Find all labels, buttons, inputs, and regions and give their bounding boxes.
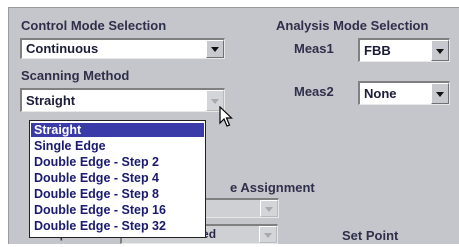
scanning-option-double-edge-8[interactable]: Double Edge - Step 8: [31, 187, 204, 201]
scanning-option-straight[interactable]: Straight: [31, 123, 204, 137]
meas2-dropdown-button[interactable]: [431, 83, 449, 104]
scanning-option-double-edge-16[interactable]: Double Edge - Step 16: [31, 203, 204, 217]
analysis-mode-label: Analysis Mode Selection: [276, 18, 429, 33]
control-mode-label: Control Mode Selection: [21, 18, 167, 33]
scanning-option-double-edge-4[interactable]: Double Edge - Step 4: [31, 171, 204, 185]
output2-dropdown-button[interactable]: [259, 226, 277, 243]
chevron-down-icon: [436, 48, 444, 54]
control-mode-dropdown[interactable]: Continuous: [20, 38, 225, 59]
scanning-option-double-edge-32[interactable]: Double Edge - Step 32: [31, 219, 204, 233]
meas1-dropdown[interactable]: FBB: [358, 38, 450, 62]
scanning-option-single-edge[interactable]: Single Edge: [31, 139, 204, 153]
output1-dropdown[interactable]: [199, 198, 279, 218]
scanning-method-value: Straight: [26, 93, 76, 108]
meas1-label: Meas1: [294, 41, 334, 56]
chevron-down-icon: [265, 206, 273, 212]
control-mode-value: Continuous: [26, 41, 99, 56]
meas1-value: FBB: [364, 43, 391, 58]
chevron-down-icon: [211, 98, 219, 104]
scanning-method-label: Scanning Method: [21, 68, 130, 83]
meas2-label: Meas2: [294, 84, 334, 99]
chevron-down-icon: [264, 232, 272, 238]
scanning-method-dropdown[interactable]: Straight: [20, 88, 225, 112]
meas1-dropdown-button[interactable]: [431, 40, 449, 61]
settings-panel: Control Mode Selection Continuous Scanni…: [8, 7, 459, 244]
assignment-label: e Assignment: [230, 180, 315, 195]
scanning-method-options-list[interactable]: Straight Single Edge Double Edge - Step …: [29, 120, 206, 238]
chevron-down-icon: [436, 91, 444, 97]
control-mode-dropdown-button[interactable]: [206, 40, 224, 58]
scanning-option-double-edge-2[interactable]: Double Edge - Step 2: [31, 155, 204, 169]
output1-dropdown-button[interactable]: [260, 200, 278, 217]
set-point-label: Set Point: [342, 228, 399, 243]
mouse-pointer-icon: [219, 106, 233, 127]
meas2-dropdown[interactable]: None: [358, 81, 450, 105]
meas2-value: None: [364, 86, 397, 101]
chevron-down-icon: [211, 47, 219, 52]
